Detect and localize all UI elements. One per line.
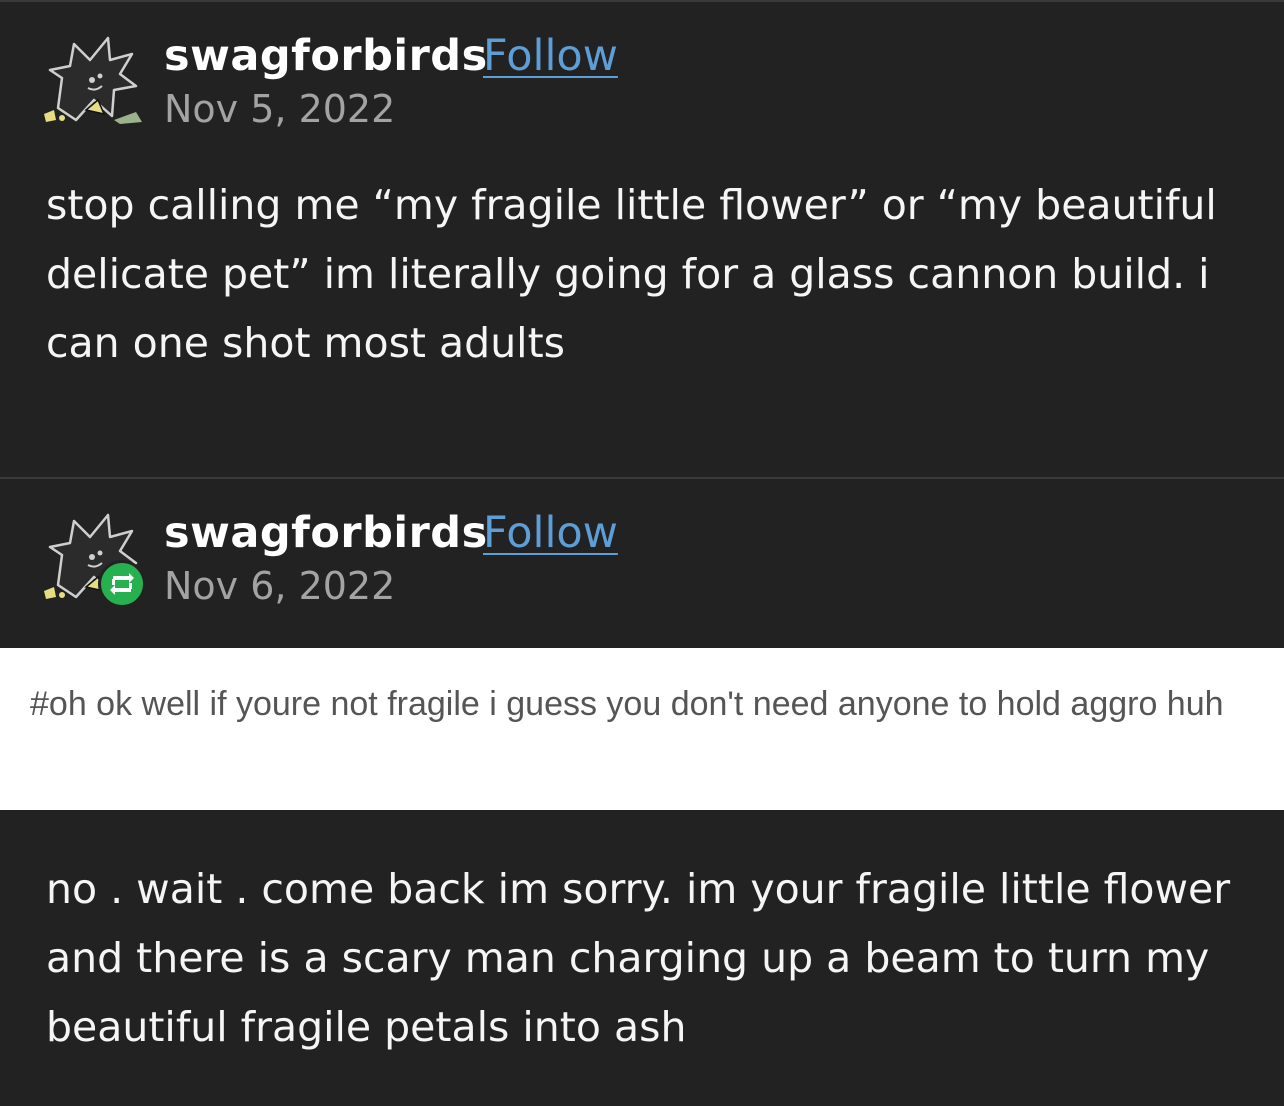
follow-button[interactable]: Follow	[483, 507, 618, 559]
follow-button[interactable]: Follow	[483, 30, 618, 82]
reblog-badge	[98, 560, 146, 608]
post-date: Nov 5, 2022	[164, 87, 396, 131]
bird-avatar-icon[interactable]	[40, 30, 150, 130]
post-date: Nov 6, 2022	[164, 564, 396, 608]
post-1: swagforbirds Follow Nov 5, 2022 stop cal…	[0, 0, 1284, 475]
post-header: swagforbirds Follow Nov 6, 2022	[40, 507, 1240, 617]
post-body: stop calling me “my fragile little flowe…	[46, 181, 1217, 367]
post-tags[interactable]: #oh ok well if youre not fragile i guess…	[30, 673, 1254, 735]
tags-box: #oh ok well if youre not fragile i guess…	[0, 648, 1284, 810]
username[interactable]: swagforbirds	[164, 30, 488, 82]
post-header: swagforbirds Follow Nov 5, 2022	[40, 30, 1240, 140]
post-body: no . wait . come back im sorry. im your …	[46, 865, 1231, 1051]
reblog-icon	[110, 573, 134, 595]
username[interactable]: swagforbirds	[164, 507, 488, 559]
post-2: swagforbirds Follow Nov 6, 2022 #oh ok w…	[0, 477, 1284, 1106]
